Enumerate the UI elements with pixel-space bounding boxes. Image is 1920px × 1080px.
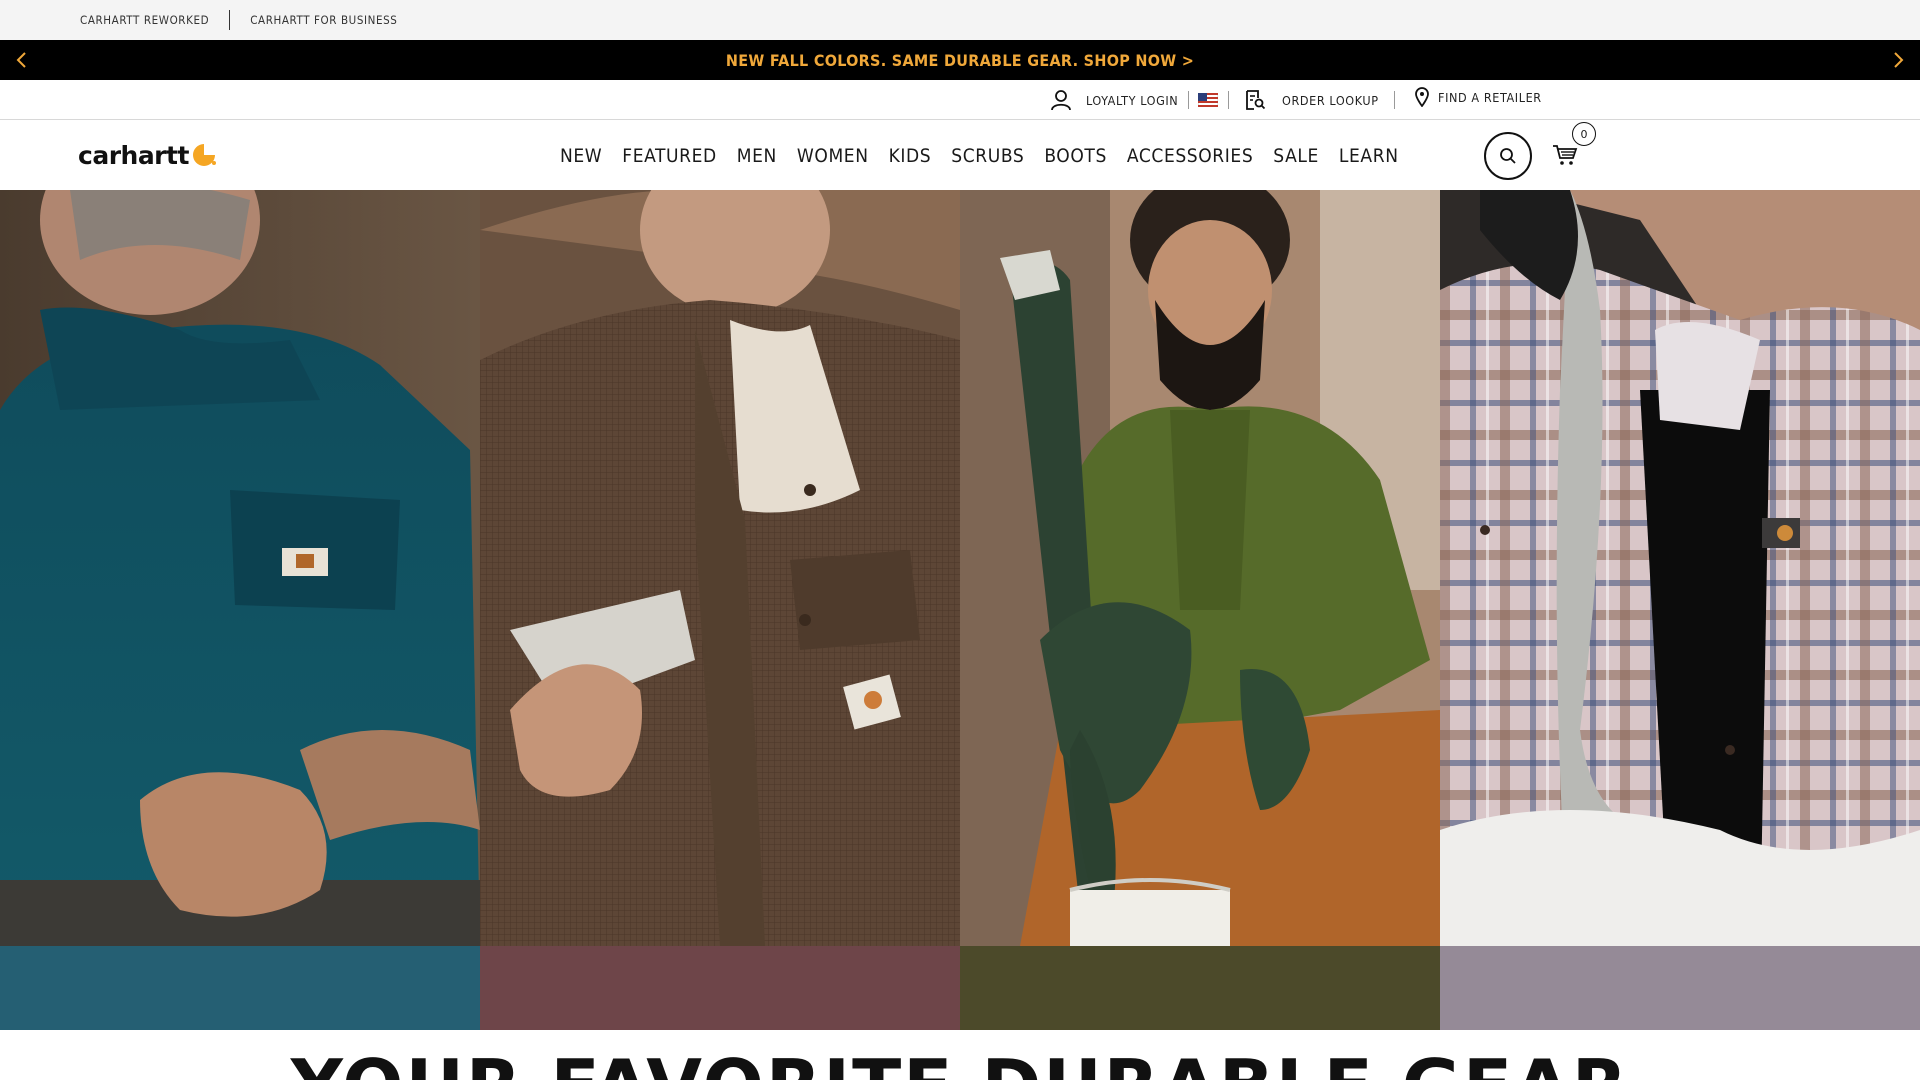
hero-panel-teal[interactable] — [0, 190, 480, 1030]
loyalty-login-link[interactable]: LOYALTY LOGIN — [1050, 80, 1178, 120]
color-swatch-lavender — [1440, 946, 1920, 1030]
hero-photo-brown-thermal — [480, 190, 960, 946]
hero-photo-plaid-flannel — [1440, 190, 1920, 946]
nav-item-boots[interactable]: BOOTS — [1044, 145, 1107, 167]
color-swatch-teal — [0, 946, 480, 1030]
nav-item-women[interactable]: WOMEN — [797, 145, 869, 167]
cart-icon[interactable] — [1552, 143, 1578, 167]
carhartt-logo[interactable]: carhartt — [78, 139, 217, 171]
location-pin-icon — [1415, 87, 1429, 107]
search-icon — [1500, 148, 1516, 164]
logo-c-mark-icon — [192, 144, 216, 166]
loyalty-login-label: LOYALTY LOGIN — [1086, 92, 1179, 108]
order-lookup-link[interactable]: ORDER LOOKUP — [1244, 80, 1379, 120]
promo-banner: NEW FALL COLORS. SAME DURABLE GEAR. SHOP… — [0, 40, 1920, 80]
find-retailer-label: FIND A RETAILER — [1438, 89, 1542, 105]
nav-item-learn[interactable]: LEARN — [1339, 145, 1399, 167]
find-retailer-link[interactable]: FIND A RETAILER — [1414, 77, 1542, 117]
color-swatch-olive — [960, 946, 1440, 1030]
section-heading: YOUR FAVORITE DURABLE GEAR — [0, 1050, 1920, 1080]
hero-panel-lavender[interactable] — [1440, 190, 1920, 1030]
us-flag-icon — [1198, 93, 1218, 107]
order-lookup-icon — [1246, 90, 1266, 110]
search-button[interactable] — [1484, 132, 1532, 180]
chevron-left-icon[interactable] — [12, 50, 32, 70]
utility-divider — [229, 10, 231, 30]
main-navigation: carhartt NEW FEATURED MEN WOMEN KIDS SCR… — [0, 121, 1920, 190]
nav-item-scrubs[interactable]: SCRUBS — [951, 145, 1024, 167]
promo-text[interactable]: NEW FALL COLORS. SAME DURABLE GEAR. SHOP… — [726, 51, 1194, 70]
country-selector[interactable] — [1198, 80, 1218, 120]
account-separator — [1188, 91, 1189, 109]
account-separator — [1228, 91, 1229, 109]
nav-item-featured[interactable]: FEATURED — [622, 145, 716, 167]
order-lookup-label: ORDER LOOKUP — [1282, 92, 1379, 108]
account-bar: LOYALTY LOGIN ORDER LOOKUP FIND A RETAIL… — [0, 80, 1920, 120]
nav-item-new[interactable]: NEW — [560, 145, 602, 167]
hero-photo-teal-tshirt — [0, 190, 480, 946]
hero-panel-brown[interactable] — [480, 190, 960, 1030]
hero-color-panels — [0, 190, 1920, 1030]
nav-item-accessories[interactable]: ACCESSORIES — [1127, 145, 1253, 167]
nav-item-sale[interactable]: SALE — [1273, 145, 1319, 167]
user-icon — [1051, 90, 1071, 111]
nav-item-kids[interactable]: KIDS — [889, 145, 932, 167]
hero-photo-olive-hoodie — [960, 190, 1440, 946]
nav-item-men[interactable]: MEN — [737, 145, 777, 167]
primary-nav: NEW FEATURED MEN WOMEN KIDS SCRUBS BOOTS… — [560, 121, 1419, 190]
chevron-right-icon[interactable] — [1888, 50, 1908, 70]
carhartt-reworked-link[interactable]: CARHARTT REWORKED — [80, 13, 209, 27]
carhartt-for-business-link[interactable]: CARHARTT FOR BUSINESS — [250, 13, 397, 27]
logo-wordmark: carhartt — [78, 140, 189, 170]
hero-panel-olive[interactable] — [960, 190, 1440, 1030]
color-swatch-burgundy — [480, 946, 960, 1030]
cart-count-badge: 0 — [1572, 122, 1596, 146]
account-separator — [1394, 91, 1395, 109]
utility-bar: CARHARTT REWORKED CARHARTT FOR BUSINESS — [0, 0, 1920, 40]
